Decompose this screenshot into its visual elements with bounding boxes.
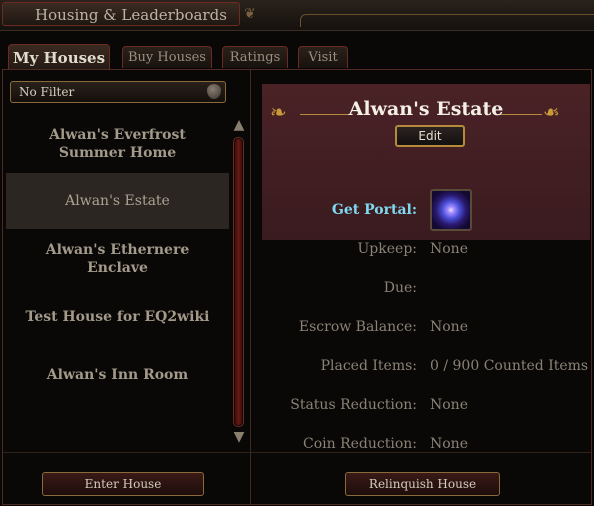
- due-label: Due:: [383, 280, 417, 296]
- house-list: Alwan's Everfrost Summer Home Alwan's Es…: [6, 116, 229, 446]
- relinquish-house-button[interactable]: Relinquish House: [345, 472, 500, 496]
- list-item[interactable]: Alwan's Estate: [6, 173, 229, 229]
- escrow-balance-label: Escrow Balance:: [298, 319, 417, 335]
- placed-items-value: 0 / 900 Counted Items: [430, 358, 589, 374]
- get-portal-label: Get Portal:: [331, 202, 417, 218]
- coin-reduction-label: Coin Reduction:: [303, 436, 417, 452]
- coin-reduction-value: None: [430, 436, 468, 452]
- escrow-balance-value: None: [430, 319, 468, 335]
- edit-button[interactable]: Edit: [395, 125, 465, 147]
- house-name: Alwan's Inn Room: [46, 367, 189, 383]
- house-title: Alwan's Estate: [348, 98, 504, 120]
- arrow-up-icon[interactable]: ▲: [231, 117, 247, 133]
- placed-items-label: Placed Items:: [320, 358, 417, 374]
- list-item[interactable]: Alwan's Ethernere Enclave: [6, 230, 229, 288]
- status-reduction-label: Status Reduction:: [290, 397, 417, 413]
- tab-visit[interactable]: Visit: [298, 46, 348, 68]
- list-item[interactable]: Test House for EQ2wiki: [6, 288, 229, 346]
- enter-house-button[interactable]: Enter House: [42, 472, 204, 496]
- title-bar-frame: [300, 14, 594, 27]
- upkeep-label: Upkeep:: [357, 241, 418, 257]
- chevron-down-icon[interactable]: [207, 84, 221, 99]
- filter-selected-label: No Filter: [19, 85, 75, 99]
- house-name: Alwan's Everfrost Summer Home: [49, 127, 186, 161]
- tab-buy-houses[interactable]: Buy Houses: [122, 46, 212, 68]
- tab-ratings[interactable]: Ratings: [222, 46, 288, 68]
- list-item[interactable]: Alwan's Everfrost Summer Home: [6, 116, 229, 172]
- panel-divider: [250, 70, 251, 504]
- filter-dropdown[interactable]: No Filter: [10, 81, 226, 103]
- arrow-down-icon[interactable]: ▼: [231, 429, 247, 445]
- house-name: Alwan's Estate: [65, 193, 170, 209]
- footer-divider: [3, 452, 591, 453]
- title-ornament-icon: ❦: [244, 6, 256, 22]
- tab-my-houses[interactable]: My Houses: [8, 44, 110, 70]
- house-name: Test House for EQ2wiki: [25, 309, 210, 325]
- scrollbar-thumb[interactable]: [235, 139, 242, 425]
- portal-icon[interactable]: [430, 189, 472, 231]
- house-name: Alwan's Ethernere Enclave: [45, 242, 190, 276]
- window-title[interactable]: Housing & Leaderboards: [2, 2, 240, 26]
- list-item[interactable]: Alwan's Inn Room: [6, 346, 229, 404]
- status-reduction-value: None: [430, 397, 468, 413]
- upkeep-value: None: [430, 241, 468, 257]
